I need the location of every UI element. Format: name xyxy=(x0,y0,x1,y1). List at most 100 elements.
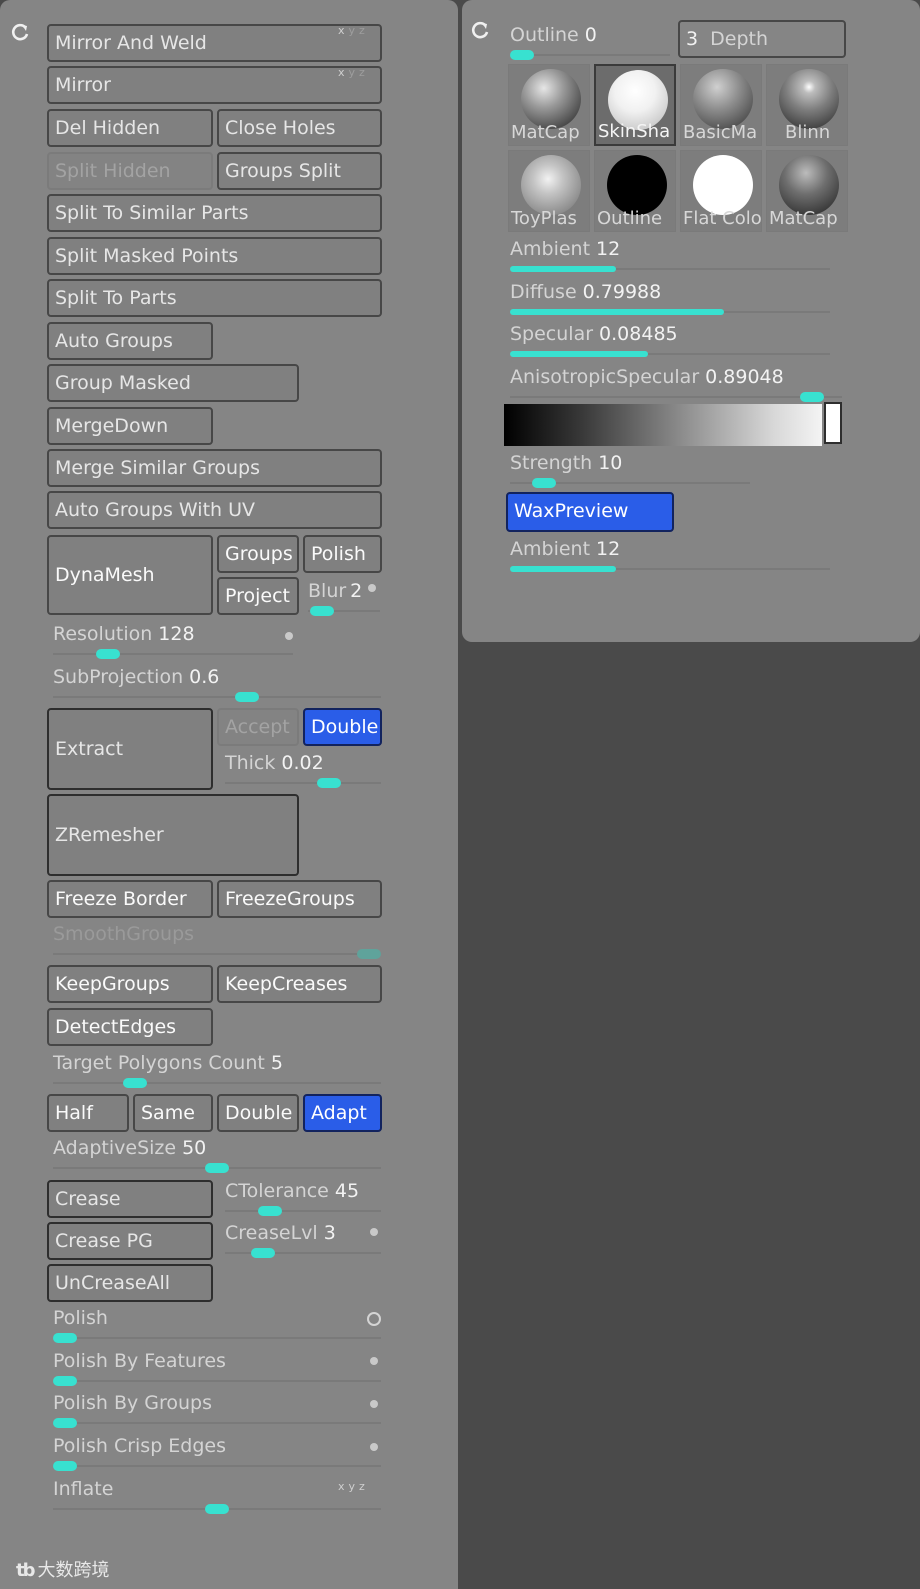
polish-crisp-edges-slider-handle[interactable] xyxy=(53,1461,77,1471)
material-basic[interactable]: BasicMa xyxy=(680,64,762,146)
ctolerance-slider-handle[interactable] xyxy=(258,1206,282,1216)
axis-z-toggle[interactable]: z xyxy=(359,66,369,79)
polish-by-features-slider-handle[interactable] xyxy=(53,1376,77,1386)
crease-pg-button[interactable]: Crease PG xyxy=(47,1222,213,1260)
detect-edges-button[interactable]: DetectEdges xyxy=(47,1008,213,1046)
axis-z-toggle[interactable]: z xyxy=(359,1480,369,1493)
half-button[interactable]: Half xyxy=(47,1094,129,1132)
diffuse-slider-fill[interactable] xyxy=(510,309,725,315)
material-blinn[interactable]: Blinn xyxy=(766,64,848,146)
polish-by-groups-slider-handle[interactable] xyxy=(53,1418,77,1428)
keep-creases-button[interactable]: KeepCreases xyxy=(217,965,382,1003)
axis-y-toggle[interactable]: y xyxy=(349,1480,360,1493)
adaptive-size-slider[interactable]: AdaptiveSize 50 xyxy=(53,1137,381,1175)
material-flat-color[interactable]: Flat Colo xyxy=(680,150,762,232)
blur-slider-handle[interactable] xyxy=(310,606,335,616)
diffuse-slider[interactable]: Diffuse 0.79988 xyxy=(510,281,830,319)
del-hidden-button[interactable]: Del Hidden xyxy=(47,109,213,147)
thick-slider[interactable]: Thick 0.02 xyxy=(225,752,381,790)
polish-crisp-edges-slider[interactable]: Polish Crisp Edges xyxy=(53,1435,381,1473)
crease-lvl-slider[interactable]: CreaseLvl 3 xyxy=(225,1222,381,1260)
inflate-axis-toggles[interactable]: xyz xyxy=(338,1480,369,1493)
specular-slider[interactable]: Specular 0.08485 xyxy=(510,323,830,361)
target-polygons-count-slider[interactable]: Target Polygons Count 5 xyxy=(53,1052,381,1090)
outline-slider[interactable]: Outline 0 xyxy=(510,24,670,62)
ambient-slider-fill[interactable] xyxy=(510,266,616,272)
outline-slider-handle[interactable] xyxy=(510,50,534,60)
wax-ambient-slider[interactable]: Ambient 12 xyxy=(510,538,830,576)
axis-x-toggle[interactable]: x xyxy=(338,66,349,79)
axis-x-toggle[interactable]: x xyxy=(338,1480,349,1493)
anisotropic-specular-slider[interactable]: AnisotropicSpecular 0.89048 xyxy=(510,366,842,404)
polish-by-groups-slider[interactable]: Polish By Groups xyxy=(53,1392,381,1430)
color-gradient-ramp[interactable] xyxy=(504,404,822,446)
mirror-button[interactable]: Mirror xyxy=(47,66,382,104)
smooth-groups-slider-handle[interactable] xyxy=(357,949,381,959)
crease-lvl-slider-handle[interactable] xyxy=(251,1248,276,1258)
gradient-end-swatch[interactable] xyxy=(824,402,842,444)
auto-groups-button[interactable]: Auto Groups xyxy=(47,322,213,360)
strength-slider[interactable]: Strength 10 xyxy=(510,452,750,490)
depth-slider[interactable]: 3 Depth xyxy=(678,20,846,58)
double-target-button[interactable]: Double xyxy=(217,1094,299,1132)
material-outline[interactable]: Outline xyxy=(594,150,676,232)
target-polygons-count-slider-handle[interactable] xyxy=(122,1078,147,1088)
mirror-and-weld-button[interactable]: Mirror And Weld xyxy=(47,24,382,62)
dynamesh-button[interactable]: DynaMesh xyxy=(47,535,213,615)
split-to-parts-button[interactable]: Split To Parts xyxy=(47,279,382,317)
merge-similar-groups-button[interactable]: Merge Similar Groups xyxy=(47,449,382,487)
split-to-similar-parts-button[interactable]: Split To Similar Parts xyxy=(47,194,382,232)
polish-circle-icon[interactable] xyxy=(367,1312,381,1326)
auto-groups-with-uv-button[interactable]: Auto Groups With UV xyxy=(47,491,382,529)
split-hidden-button[interactable]: Split Hidden xyxy=(47,152,213,190)
refresh-icon[interactable] xyxy=(470,20,492,42)
extract-button[interactable]: Extract xyxy=(47,708,213,790)
split-masked-points-button[interactable]: Split Masked Points xyxy=(47,237,382,275)
merge-down-button[interactable]: MergeDown xyxy=(47,407,213,445)
anisotropic-specular-slider-handle[interactable] xyxy=(799,392,824,402)
wax-preview-button[interactable]: WaxPreview xyxy=(506,492,674,532)
mirror-weld-axis-toggles[interactable]: xyz xyxy=(338,24,369,37)
zremesher-button[interactable]: ZRemesher xyxy=(47,794,299,876)
groups-split-button[interactable]: Groups Split xyxy=(217,152,382,190)
axis-y-toggle[interactable]: y xyxy=(349,66,360,79)
wax-ambient-slider-fill[interactable] xyxy=(510,566,616,572)
inflate-slider-handle[interactable] xyxy=(205,1504,229,1514)
material-matcap-gray[interactable]: MatCap xyxy=(508,64,590,146)
ambient-slider[interactable]: Ambient 12 xyxy=(510,238,830,276)
polish-button[interactable]: Polish xyxy=(303,535,382,573)
specular-slider-fill[interactable] xyxy=(510,351,648,357)
close-holes-button[interactable]: Close Holes xyxy=(217,109,382,147)
adapt-button[interactable]: Adapt xyxy=(303,1094,382,1132)
freeze-border-button[interactable]: Freeze Border xyxy=(47,880,213,918)
uncrease-all-button[interactable]: UnCreaseAll xyxy=(47,1264,213,1302)
project-button[interactable]: Project xyxy=(217,577,299,615)
material-toyplastic[interactable]: ToyPlas xyxy=(508,150,590,232)
axis-y-toggle[interactable]: y xyxy=(349,24,360,37)
polish-slider-handle[interactable] xyxy=(53,1333,77,1343)
groups-button[interactable]: Groups xyxy=(217,535,299,573)
inflate-slider[interactable]: Inflate xyxy=(53,1478,381,1516)
subprojection-slider-handle[interactable] xyxy=(235,692,260,702)
crease-button[interactable]: Crease xyxy=(47,1180,213,1218)
double-extract-button[interactable]: Double xyxy=(303,708,382,746)
axis-x-toggle[interactable]: x xyxy=(338,24,349,37)
subprojection-slider[interactable]: SubProjection 0.6 xyxy=(53,666,381,704)
ctolerance-slider[interactable]: CTolerance 45 xyxy=(225,1180,381,1218)
accept-button[interactable]: Accept xyxy=(217,708,299,746)
group-masked-button[interactable]: Group Masked xyxy=(47,364,299,402)
resolution-slider[interactable]: Resolution 128 xyxy=(53,623,293,661)
adaptive-size-slider-handle[interactable] xyxy=(205,1163,229,1173)
smooth-groups-slider[interactable]: SmoothGroups xyxy=(53,923,381,961)
polish-slider[interactable]: Polish xyxy=(53,1307,381,1345)
strength-slider-handle[interactable] xyxy=(531,478,556,488)
thick-slider-handle[interactable] xyxy=(317,778,342,788)
same-button[interactable]: Same xyxy=(133,1094,213,1132)
refresh-icon[interactable] xyxy=(10,22,32,44)
polish-by-features-slider[interactable]: Polish By Features xyxy=(53,1350,381,1388)
mirror-axis-toggles[interactable]: xyz xyxy=(338,66,369,79)
axis-z-toggle[interactable]: z xyxy=(359,24,369,37)
keep-groups-button[interactable]: KeepGroups xyxy=(47,965,213,1003)
material-skinshade[interactable]: SkinSha xyxy=(594,64,676,146)
resolution-slider-handle[interactable] xyxy=(96,649,121,659)
